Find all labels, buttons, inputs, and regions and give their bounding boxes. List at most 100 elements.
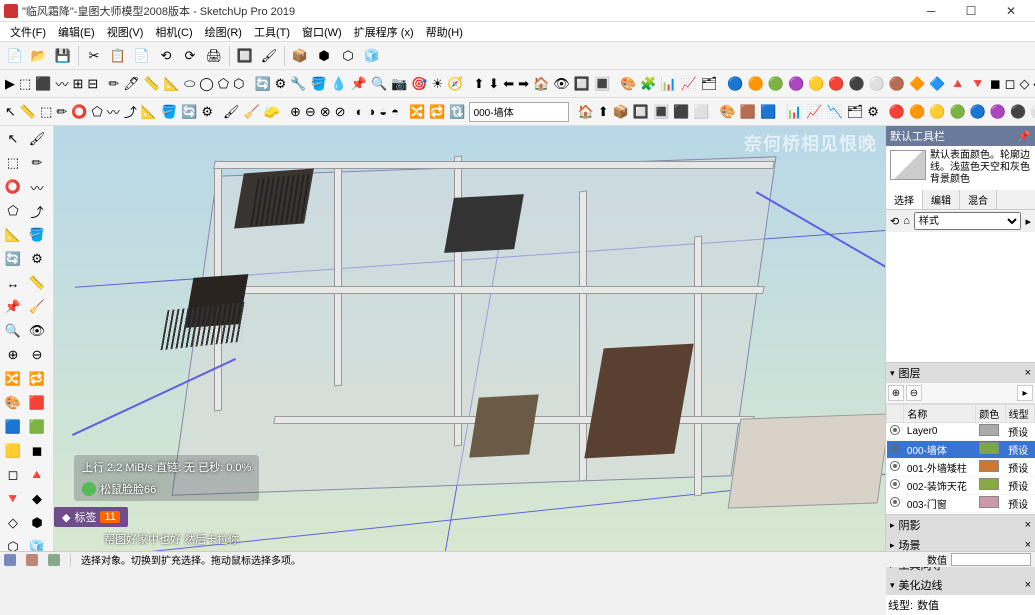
toolbar-icon[interactable]: 🖌 (258, 45, 280, 67)
menu-扩展程序 (x)[interactable]: 扩展程序 (x) (348, 24, 420, 40)
layer-menu-icon[interactable]: ▸ (1017, 385, 1033, 401)
left-tool-icon[interactable]: ⤴ (26, 200, 48, 222)
panel-close-icon[interactable]: × (1025, 519, 1031, 531)
toolbar-icon[interactable]: 🔀 (408, 101, 426, 123)
toolbar-icon[interactable]: 🖌 (222, 101, 241, 123)
toolbar-icon[interactable]: 🔻 (969, 73, 987, 95)
menu-帮助(H)[interactable]: 帮助(H) (420, 24, 469, 40)
toolbar-icon[interactable]: 📊 (660, 73, 678, 95)
toolbar-icon[interactable]: ⬇ (487, 73, 500, 95)
toolbar-icon[interactable]: ⊞ (72, 73, 85, 95)
minimize-button[interactable]: ─ (911, 0, 951, 22)
toolbar-icon[interactable]: 🟡 (807, 73, 825, 95)
left-tool-icon[interactable]: 🧹 (26, 296, 48, 318)
toolbar-icon[interactable]: 🔃 (448, 101, 466, 123)
toolbar-icon[interactable]: 📏 (19, 101, 37, 123)
toolbar-icon[interactable]: 🔳 (593, 73, 611, 95)
visibility-icon[interactable] (890, 425, 900, 435)
toolbar-icon[interactable]: 📋 (107, 45, 129, 67)
left-tool-icon[interactable]: ⊖ (26, 344, 48, 366)
toolbar-icon[interactable]: 🪣 (309, 73, 327, 95)
toolbar-icon[interactable]: 💧 (330, 73, 348, 95)
toolbar-icon[interactable]: 🎯 (410, 73, 428, 95)
toolbar-icon[interactable]: ✏ (55, 101, 68, 123)
layer-col[interactable] (887, 405, 904, 423)
toolbar-icon[interactable]: ⤴ (123, 101, 138, 123)
layer-dropdown[interactable]: 000-墙体 (469, 102, 569, 122)
layers-table[interactable]: 名称颜色线型 Layer0预设000-墙体预设001-外墙矮柱预设002-装饰天… (886, 404, 1035, 514)
toolbar-icon[interactable]: 🗂 (846, 101, 865, 123)
toolbar-icon[interactable]: ⬜ (692, 101, 710, 123)
left-tool-icon[interactable]: 🔄 (2, 248, 24, 270)
menu-视图(V)[interactable]: 视图(V) (101, 24, 150, 40)
toolbar-icon[interactable]: 📦 (612, 101, 630, 123)
toolbar-icon[interactable]: ⭕ (70, 101, 88, 123)
toolbar-icon[interactable]: 🖊 (122, 73, 141, 95)
toolbar-icon[interactable]: 📐 (163, 73, 181, 95)
left-tool-icon[interactable]: 🪣 (26, 224, 48, 246)
left-tool-icon[interactable]: 〰 (26, 176, 48, 198)
toolbar-icon[interactable]: ↖ (4, 101, 17, 123)
toolbar-icon[interactable]: 💾 (52, 45, 74, 67)
left-tool-icon[interactable]: 🟥 (26, 392, 48, 414)
left-tool-icon[interactable]: ⚙ (26, 248, 48, 270)
layer-col[interactable]: 线型 (1005, 405, 1034, 423)
toolbar-icon[interactable]: ⊖ (304, 101, 317, 123)
toolbar-icon[interactable]: ⬚ (39, 101, 53, 123)
left-tool-icon[interactable]: ⬡ (2, 536, 24, 551)
toolbar-icon[interactable]: ◓ (390, 101, 400, 123)
layer-color-swatch[interactable] (979, 442, 999, 454)
left-tool-icon[interactable]: 🔻 (2, 488, 24, 510)
toolbar-icon[interactable]: 🧊 (361, 45, 383, 67)
toolbar-icon[interactable]: ◐ (355, 101, 365, 123)
left-tool-icon[interactable]: 📏 (26, 272, 48, 294)
toolbar-icon[interactable]: 📄 (4, 45, 26, 67)
toolbar-icon[interactable]: 🔴 (827, 73, 845, 95)
viewport-3d[interactable]: 奈何桥相见恨晚 (54, 126, 885, 551)
toolbar-icon[interactable]: ⬛ (34, 73, 52, 95)
details-icon[interactable]: ▸ (1025, 215, 1031, 228)
toolbar-icon[interactable]: 🧭 (446, 73, 464, 95)
toolbar-icon[interactable]: ⚪ (868, 73, 886, 95)
toolbar-icon[interactable]: 🟠 (908, 101, 926, 123)
toolbar-icon[interactable]: 📦 (289, 45, 311, 67)
left-tool-icon[interactable]: 🖌 (26, 128, 48, 150)
toolbar-icon[interactable]: 🎨 (619, 73, 637, 95)
toolbar-icon[interactable]: ✏ (107, 73, 120, 95)
visibility-icon[interactable] (890, 497, 900, 507)
toolbar-icon[interactable]: 🔵 (969, 101, 987, 123)
toolbar-icon[interactable]: ⊘ (334, 101, 347, 123)
tab-编辑[interactable]: 编辑 (923, 190, 960, 209)
toolbar-icon[interactable]: 🟣 (787, 73, 805, 95)
toolbar-icon[interactable]: 📄 (131, 45, 153, 67)
toolbar-icon[interactable]: 📈 (805, 101, 823, 123)
toolbar-icon[interactable]: 📌 (350, 73, 368, 95)
toolbar-icon[interactable]: ⚪ (1029, 101, 1035, 123)
left-tool-icon[interactable]: ✏ (26, 152, 48, 174)
toolbar-icon[interactable]: 🔲 (573, 73, 591, 95)
toolbar-icon[interactable]: 🔁 (428, 101, 446, 123)
toolbar-icon[interactable]: 〰 (54, 73, 69, 95)
panel-close-icon[interactable]: × (1025, 579, 1031, 591)
left-tool-icon[interactable]: ◆ (26, 488, 48, 510)
menu-相机(C)[interactable]: 相机(C) (149, 24, 198, 40)
toolbar-icon[interactable]: 🎨 (719, 101, 737, 123)
status-icon-3[interactable] (48, 554, 60, 566)
layer-col[interactable]: 颜色 (976, 405, 1005, 423)
left-tool-icon[interactable]: 🟨 (2, 440, 24, 462)
toolbar-icon[interactable]: ◻ (1004, 73, 1017, 95)
toolbar-icon[interactable]: 🗂 (700, 73, 719, 95)
panel-close-icon[interactable]: × (1025, 539, 1031, 551)
toolbar-icon[interactable]: ☀ (431, 73, 445, 95)
toolbar-icon[interactable]: ⬭ (183, 73, 196, 95)
left-tool-icon[interactable]: 🔺 (26, 464, 48, 486)
toolbar-icon[interactable]: 🟦 (759, 101, 777, 123)
toolbar-icon[interactable]: 🏠 (577, 101, 595, 123)
toolbar-icon[interactable]: ◒ (378, 101, 388, 123)
home-icon[interactable]: ⌂ (903, 215, 910, 227)
toolbar-icon[interactable]: ⚙ (200, 101, 214, 123)
toolbar-icon[interactable]: 🔍 (370, 73, 388, 95)
visibility-icon[interactable] (890, 461, 900, 471)
toolbar-icon[interactable]: 🔷 (928, 73, 946, 95)
left-tool-icon[interactable]: ⊕ (2, 344, 24, 366)
